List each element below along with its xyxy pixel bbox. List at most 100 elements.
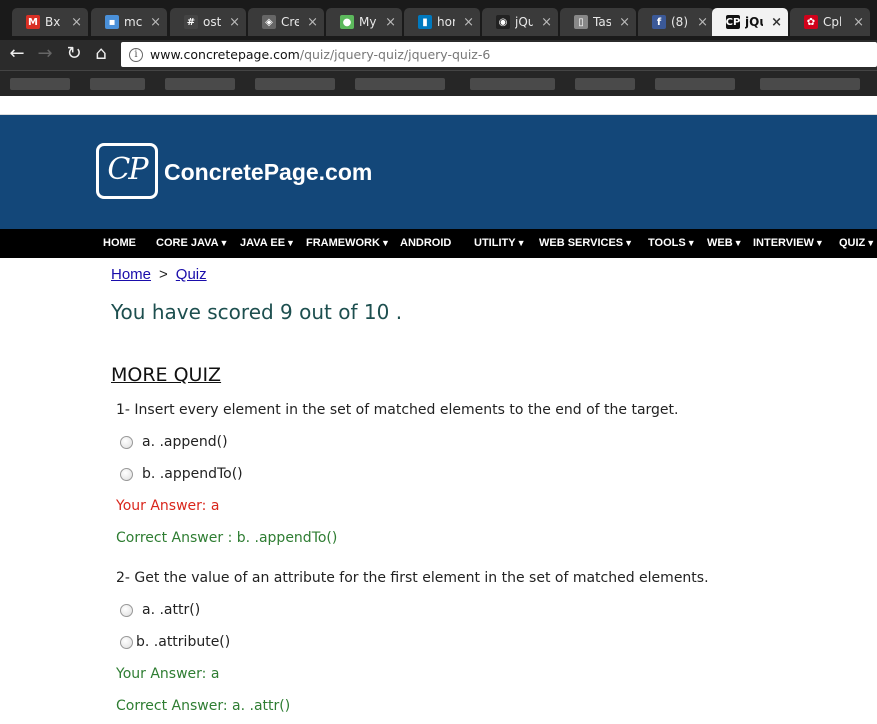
browser-tab[interactable]: ◉ jQu × [482, 8, 558, 36]
question-1-option-b[interactable]: b. .appendTo() [120, 466, 243, 482]
browser-tab[interactable]: ● My × [326, 8, 402, 36]
browser-tab-strip: M Bx × ▪ mc × # ost × ◈ Cre × ● My × ▮ hor × ◉ jQu × ▯ Tas × f (8… [0, 0, 877, 40]
close-icon[interactable]: × [229, 15, 240, 30]
nav-item[interactable]: HOME [103, 237, 136, 249]
browser-tab[interactable]: ▪ mc × [91, 8, 167, 36]
question-1-your-answer: Your Answer: a [116, 498, 220, 514]
dropdown-caret-icon: ▼ [814, 238, 824, 248]
url-host: www.concretepage.com [150, 47, 300, 62]
nav-item[interactable]: JAVA EE▼ [240, 237, 295, 249]
nav-item[interactable]: TOOLS▼ [648, 237, 696, 249]
bookmark-item[interactable] [655, 78, 735, 90]
bookmark-item[interactable] [760, 78, 860, 90]
close-icon[interactable]: × [307, 15, 318, 30]
tab-title: Cpl [823, 15, 841, 29]
browser-tab[interactable]: ▮ hor × [404, 8, 480, 36]
nav-item-label: HOME [103, 237, 136, 249]
red-badge-icon: ✿ [804, 15, 818, 29]
bookmark-item[interactable] [575, 78, 635, 90]
close-icon[interactable]: × [771, 15, 782, 30]
browser-tab[interactable]: f (8) × [638, 8, 714, 36]
browser-tab[interactable]: M Bx × [12, 8, 88, 36]
browser-tab[interactable]: CP jQu × [712, 8, 788, 36]
browser-tab[interactable]: ◈ Cre × [248, 8, 324, 36]
home-icon[interactable]: ⌂ [90, 43, 112, 65]
url-path: /quiz/jquery-quiz/jquery-quiz-6 [299, 47, 491, 62]
github-icon: ◉ [496, 15, 510, 29]
browser-tab[interactable]: ✿ Cpl × [790, 8, 870, 36]
browser-tab[interactable]: # ost × [170, 8, 246, 36]
more-quiz-heading: MORE QUIZ [111, 364, 222, 386]
option-label: a. .attr() [142, 602, 201, 618]
site-logo-text[interactable]: ConcretePage.com [164, 159, 372, 186]
option-label: b. .attribute() [136, 634, 231, 650]
question-2-your-answer: Your Answer: a [116, 666, 220, 682]
bookmark-item[interactable] [10, 78, 70, 90]
close-icon[interactable]: × [619, 15, 630, 30]
bookmark-item[interactable] [355, 78, 445, 90]
nav-item[interactable]: UTILITY▼ [474, 237, 525, 249]
page-top-strip [0, 96, 877, 115]
forward-icon[interactable]: → [34, 43, 56, 65]
breadcrumb-home-link[interactable]: Home [111, 266, 151, 283]
question-2-correct-answer: Correct Answer: a. .attr() [116, 698, 291, 714]
nav-item[interactable]: CORE JAVA▼ [156, 237, 228, 249]
nav-item-label: QUIZ [839, 237, 866, 249]
bookmark-item[interactable] [90, 78, 145, 90]
tab-title: My [359, 15, 377, 29]
dropdown-caret-icon: ▼ [733, 238, 743, 248]
dropdown-caret-icon: ▼ [516, 238, 526, 248]
close-icon[interactable]: × [853, 15, 864, 30]
nav-item[interactable]: FRAMEWORK▼ [306, 237, 390, 249]
question-1-text: 1- Insert every element in the set of ma… [116, 402, 679, 418]
score-text: You have scored 9 out of 10 . [111, 300, 403, 324]
bookmark-item[interactable] [255, 78, 335, 90]
nav-item[interactable]: WEB▼ [707, 237, 743, 249]
close-icon[interactable]: × [150, 15, 161, 30]
nav-item[interactable]: INTERVIEW▼ [753, 237, 824, 249]
gmail-icon: M [26, 15, 40, 29]
dropdown-caret-icon: ▼ [866, 238, 876, 248]
nav-item-label: FRAMEWORK [306, 237, 380, 249]
bookmark-item[interactable] [165, 78, 235, 90]
question-1-option-a[interactable]: a. .append() [120, 434, 228, 450]
option-label: b. .appendTo() [142, 466, 243, 482]
radio-button[interactable] [120, 635, 133, 649]
nav-item[interactable]: WEB SERVICES▼ [539, 237, 633, 249]
nav-item-label: JAVA EE [240, 237, 286, 249]
site-header: CP ConcretePage.com [0, 115, 877, 229]
close-icon[interactable]: × [385, 15, 396, 30]
tab-title: jQu [745, 15, 763, 29]
close-icon[interactable]: × [541, 15, 552, 30]
close-icon[interactable]: × [697, 15, 708, 30]
browser-tab[interactable]: ▯ Tas × [560, 8, 636, 36]
nav-item[interactable]: QUIZ▼ [839, 237, 875, 249]
tab-title: Bx [45, 15, 61, 29]
main-nav: HOME CORE JAVA▼ JAVA EE▼ FRAMEWORK▼ ANDROID U… [0, 229, 877, 258]
question-2-option-a[interactable]: a. .attr() [120, 602, 200, 618]
question-2-text: 2- Get the value of an attribute for the… [116, 570, 709, 586]
nav-item[interactable]: ANDROID [400, 237, 451, 249]
close-icon[interactable]: × [71, 15, 82, 30]
bookmark-item[interactable] [470, 78, 555, 90]
reload-icon[interactable]: ↻ [63, 43, 85, 65]
tab-title: jQu [515, 15, 533, 29]
radio-button[interactable] [120, 467, 133, 481]
breadcrumb-separator: > [159, 266, 168, 283]
close-icon[interactable]: × [463, 15, 474, 30]
breadcrumb-quiz-link[interactable]: Quiz [176, 266, 207, 283]
dropdown-caret-icon: ▼ [286, 238, 295, 248]
question-2-option-b[interactable]: b. .attribute() [120, 634, 230, 650]
radio-button[interactable] [120, 435, 133, 449]
tab-title: hor [437, 15, 455, 29]
bookmarks-bar [0, 70, 877, 96]
address-url[interactable]: www.concretepage.com/quiz/jquery-quiz/jq… [150, 47, 490, 62]
back-icon[interactable]: ← [6, 43, 28, 65]
address-bar[interactable]: i www.concretepage.com/quiz/jquery-quiz/… [121, 42, 877, 67]
nav-item-label: ANDROID [400, 237, 452, 249]
radio-button[interactable] [120, 603, 133, 617]
site-info-icon[interactable]: i [129, 47, 143, 62]
site-logo-mark[interactable]: CP [96, 143, 158, 199]
dropdown-caret-icon: ▼ [686, 238, 696, 248]
tab-title: (8) [671, 15, 688, 29]
